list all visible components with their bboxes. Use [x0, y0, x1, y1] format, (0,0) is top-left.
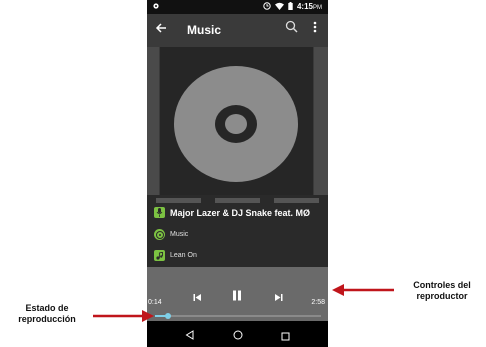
- app-bar: Music: [147, 14, 328, 47]
- album-art-carousel[interactable]: [147, 47, 328, 195]
- next-track-icon[interactable]: [274, 289, 283, 307]
- elapsed-time: 0:14: [148, 299, 162, 306]
- album-row: Music: [154, 229, 188, 240]
- nav-recents-icon[interactable]: [281, 328, 290, 346]
- nav-home-icon[interactable]: [233, 327, 243, 345]
- phone-screen: 4:15PM Music Major Lazer & DJ Snake feat…: [147, 0, 328, 347]
- notification-icon: [153, 0, 159, 14]
- disc-icon: [174, 66, 298, 182]
- wifi-icon: [274, 1, 284, 15]
- track-info: Major Lazer & DJ Snake feat. MØ Music Le…: [147, 203, 328, 267]
- annotation-player-controls: Controles del reproductor: [413, 280, 471, 301]
- song-title: Lean On: [170, 252, 197, 259]
- song-row: Lean On: [154, 250, 197, 261]
- artist-name: Major Lazer & DJ Snake feat. MØ: [170, 207, 311, 218]
- clock-time: 4:15: [296, 2, 313, 11]
- nav-back-icon[interactable]: [185, 327, 194, 345]
- page-title: Music: [187, 23, 222, 37]
- search-icon[interactable]: [285, 20, 298, 38]
- seek-thumb[interactable]: [165, 313, 172, 319]
- battery-icon: [288, 1, 293, 15]
- navigation-bar: [147, 321, 328, 347]
- back-arrow-icon[interactable]: [155, 21, 167, 37]
- album-name: Music: [170, 231, 189, 238]
- annotation-playback-status: Estado de reproducción: [18, 303, 76, 324]
- alarm-icon: [263, 1, 271, 15]
- previous-album-art[interactable]: [147, 47, 159, 195]
- previous-track-icon[interactable]: [193, 289, 202, 307]
- pause-icon[interactable]: [232, 288, 242, 306]
- album-icon: [154, 229, 165, 240]
- duration-time: 2:58: [311, 299, 325, 306]
- annotation-arrow-left: [93, 310, 154, 322]
- microphone-icon: [154, 207, 165, 218]
- clock-ampm: PM: [313, 5, 322, 11]
- seek-bar[interactable]: [155, 313, 321, 319]
- music-note-icon: [154, 250, 165, 261]
- more-vert-icon[interactable]: [313, 21, 317, 36]
- next-album-art[interactable]: [314, 47, 328, 195]
- player-controls: 0:14 2:58: [147, 267, 328, 321]
- status-bar: 4:15PM: [147, 0, 328, 14]
- annotation-arrow-right: [332, 284, 394, 296]
- clock: 4:15PM: [297, 0, 322, 15]
- album-art: [160, 47, 313, 195]
- artist-row: Major Lazer & DJ Snake feat. MØ: [154, 207, 310, 218]
